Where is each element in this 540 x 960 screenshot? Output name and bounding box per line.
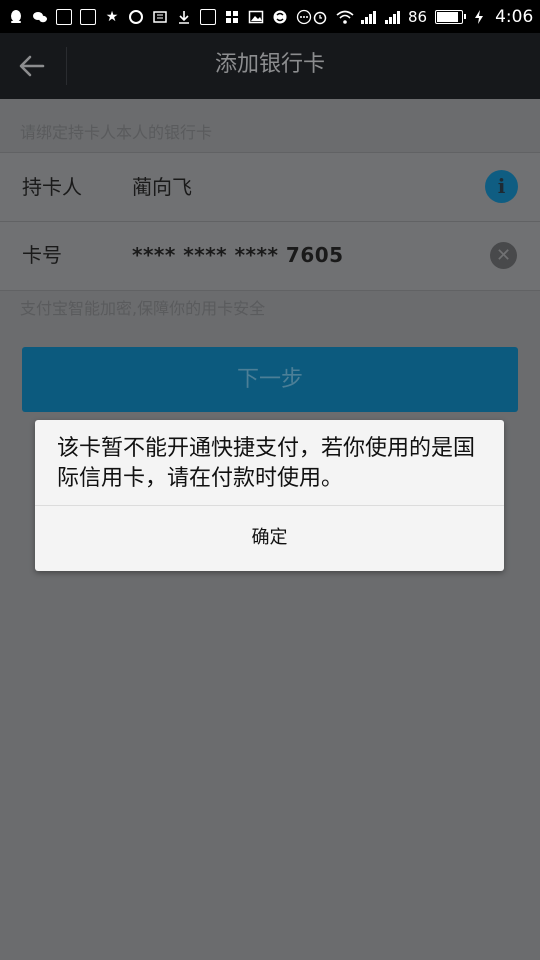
next-button[interactable]: 下一步 bbox=[22, 347, 518, 412]
signal-icon bbox=[360, 9, 376, 25]
grid-icon bbox=[224, 9, 240, 25]
clock: 4:06 bbox=[495, 6, 534, 27]
status-bar: ★ 86 4:06 bbox=[0, 0, 540, 33]
confirm-button[interactable]: 确定 bbox=[35, 506, 504, 571]
alert-dialog: 该卡暂不能开通快捷支付，若你使用的是国际信用卡，请在付款时使用。 确定 bbox=[35, 420, 504, 571]
nav-divider bbox=[66, 47, 67, 85]
holder-row: 持卡人 蔺向飞 i bbox=[0, 153, 540, 222]
taobao-icon bbox=[152, 9, 168, 25]
holder-label: 持卡人 bbox=[22, 175, 82, 199]
sync-icon bbox=[272, 9, 288, 25]
sogou-icon bbox=[200, 8, 216, 25]
message-icon bbox=[80, 8, 96, 25]
alarm-icon bbox=[312, 9, 328, 25]
info-icon[interactable]: i bbox=[485, 170, 518, 203]
wechat-icon bbox=[32, 9, 48, 25]
battery-level-text: 86 bbox=[408, 7, 428, 26]
status-bar-notifications: ★ bbox=[8, 8, 312, 25]
star-icon: ★ bbox=[105, 8, 119, 25]
battery-icon bbox=[435, 9, 467, 24]
form-hint-top: 请绑定持卡人本人的银行卡 bbox=[20, 123, 213, 142]
card-form: 持卡人 蔺向飞 i 卡号 **** **** **** 7605 ✕ bbox=[0, 152, 540, 291]
form-hint-bottom: 支付宝智能加密,保障你的用卡安全 bbox=[20, 299, 266, 318]
wifi-icon bbox=[336, 9, 354, 25]
gallery-icon bbox=[248, 9, 264, 25]
status-bar-system: 86 4:06 bbox=[312, 7, 533, 27]
signal-2-icon bbox=[384, 9, 400, 25]
holder-value: 蔺向飞 bbox=[132, 175, 192, 199]
charging-icon bbox=[471, 9, 487, 25]
more-icon bbox=[296, 9, 312, 25]
clear-icon[interactable]: ✕ bbox=[490, 242, 517, 269]
download-icon bbox=[176, 9, 192, 25]
arrow-left-icon bbox=[19, 55, 45, 77]
app-icon bbox=[56, 8, 72, 25]
card-number-input[interactable]: **** **** **** 7605 bbox=[132, 221, 344, 289]
qq-icon bbox=[8, 9, 24, 25]
navigation-bar: 添加银行卡 bbox=[0, 33, 540, 99]
dialog-message: 该卡暂不能开通快捷支付，若你使用的是国际信用卡，请在付款时使用。 bbox=[57, 436, 476, 491]
back-button[interactable] bbox=[12, 47, 52, 85]
page-title: 添加银行卡 bbox=[214, 52, 325, 77]
browser-icon bbox=[128, 9, 144, 25]
card-number-label: 卡号 bbox=[22, 243, 62, 267]
card-number-row: 卡号 **** **** **** 7605 ✕ bbox=[0, 221, 540, 289]
